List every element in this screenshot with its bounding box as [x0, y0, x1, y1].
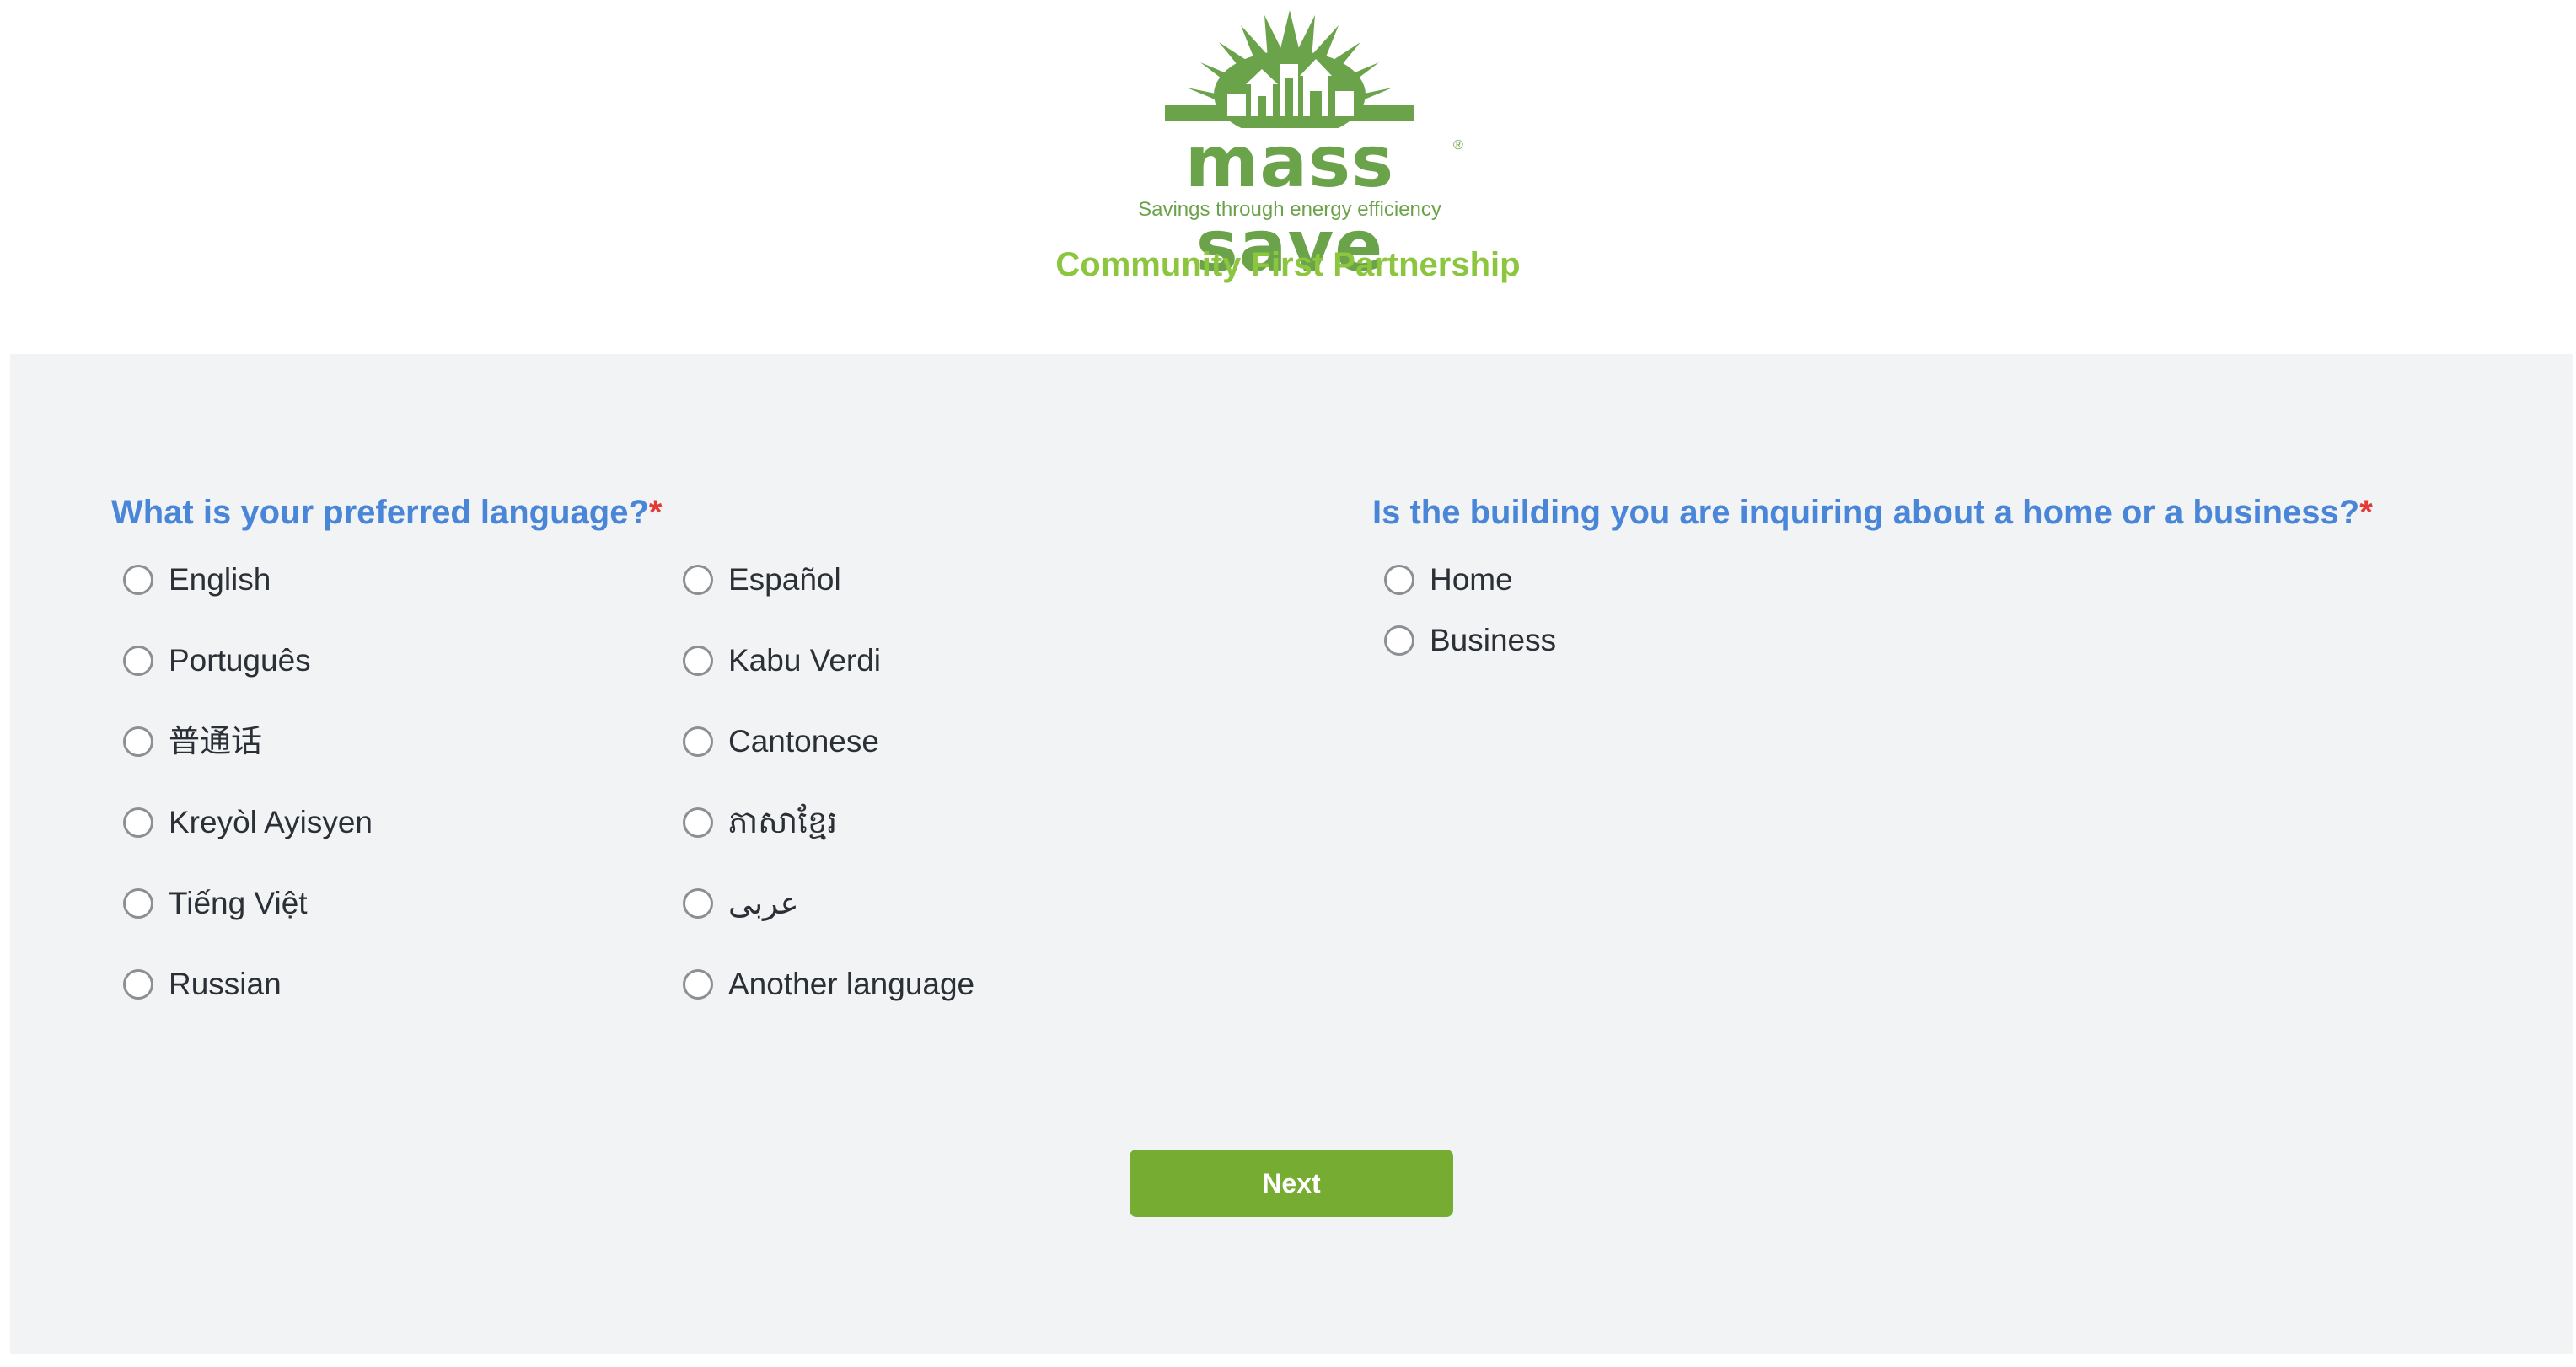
language-option-cantonese[interactable]: Cantonese	[683, 718, 879, 765]
radio-button-icon[interactable]	[1384, 625, 1414, 656]
required-marker: *	[648, 494, 663, 531]
radio-button-icon[interactable]	[683, 565, 713, 595]
language-option-espanol[interactable]: Español	[683, 556, 841, 603]
next-button[interactable]: Next	[1130, 1150, 1453, 1217]
building-option-business[interactable]: Business	[1384, 617, 1556, 664]
language-option-label: Português	[169, 643, 311, 678]
radio-button-icon[interactable]	[123, 565, 153, 595]
language-option-label: ភាសាខ្មែរ	[728, 805, 838, 839]
program-title: Community First Partnership	[1055, 246, 1521, 283]
language-option-arabic[interactable]: عربى	[683, 880, 799, 927]
language-option-label: Español	[728, 562, 841, 597]
language-question-title: What is your preferred language?*	[111, 489, 662, 536]
language-option-label: Cantonese	[728, 724, 879, 759]
language-option-another[interactable]: Another language	[683, 961, 974, 1008]
sunburst-houses-icon	[1165, 10, 1414, 128]
building-question-text: Is the building you are inquiring about …	[1372, 494, 2360, 531]
radio-button-icon[interactable]	[683, 726, 713, 757]
radio-button-icon[interactable]	[123, 888, 153, 919]
language-option-english[interactable]: English	[123, 556, 271, 603]
language-option-portugues[interactable]: Português	[123, 637, 311, 684]
language-option-label: Another language	[728, 967, 975, 1001]
radio-button-icon[interactable]	[683, 888, 713, 919]
building-question-title: Is the building you are inquiring about …	[1372, 489, 2373, 536]
language-option-mandarin[interactable]: 普通话	[123, 718, 262, 765]
language-option-vietnamese[interactable]: Tiếng Việt	[123, 880, 308, 927]
language-option-label: Tiếng Việt	[169, 886, 308, 920]
radio-button-icon[interactable]	[1384, 565, 1414, 595]
language-option-khmer[interactable]: ភាសាខ្មែរ	[683, 799, 837, 846]
radio-button-icon[interactable]	[123, 646, 153, 676]
language-question-text: What is your preferred language?	[111, 494, 649, 531]
page-header: mass save ® Savings through energy effic…	[0, 0, 2576, 354]
language-option-kabu-verdi[interactable]: Kabu Verdi	[683, 637, 881, 684]
radio-button-icon[interactable]	[683, 646, 713, 676]
language-option-label: Kreyòl Ayisyen	[169, 805, 373, 839]
building-option-label: Home	[1430, 562, 1513, 597]
required-marker: *	[2359, 494, 2373, 531]
language-option-label: English	[169, 562, 271, 597]
radio-button-icon[interactable]	[123, 969, 153, 1000]
registered-mark: ®	[1453, 138, 1463, 153]
language-option-label: 普通话	[169, 724, 262, 759]
mass-save-logo: mass save ® Savings through energy effic…	[1113, 10, 1467, 287]
radio-button-icon[interactable]	[683, 969, 713, 1000]
building-option-home[interactable]: Home	[1384, 556, 1513, 603]
intake-form: What is your preferred language?* Englis…	[10, 354, 2573, 1354]
language-option-label: عربى	[728, 886, 799, 920]
language-option-russian[interactable]: Russian	[123, 961, 282, 1008]
building-option-label: Business	[1430, 623, 1557, 657]
language-option-kreyol[interactable]: Kreyòl Ayisyen	[123, 799, 373, 846]
radio-button-icon[interactable]	[683, 807, 713, 838]
radio-button-icon[interactable]	[123, 807, 153, 838]
language-option-label: Russian	[169, 967, 282, 1001]
radio-button-icon[interactable]	[123, 726, 153, 757]
logo-tagline: Savings through energy efficiency	[1138, 198, 1441, 221]
language-option-label: Kabu Verdi	[728, 643, 882, 678]
